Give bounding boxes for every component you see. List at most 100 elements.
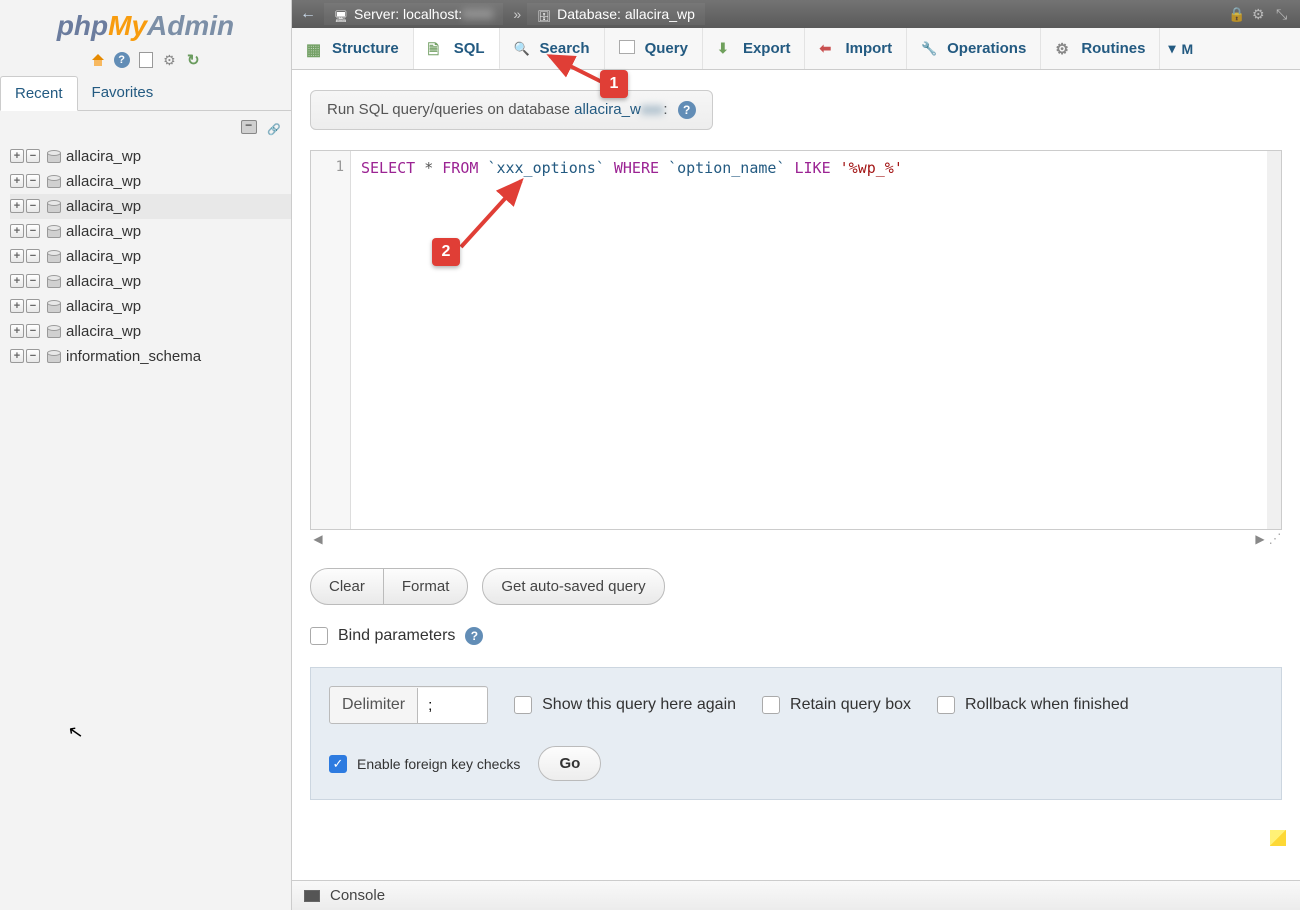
format-button[interactable]: Format xyxy=(383,569,468,604)
export-icon xyxy=(717,40,735,58)
tab-operations[interactable]: Operations xyxy=(907,28,1041,69)
sticky-note-icon[interactable] xyxy=(1270,830,1286,846)
breadcrumb-server[interactable]: Server: localhost: 0000 xyxy=(324,3,503,25)
expand-icon[interactable]: + xyxy=(10,274,24,288)
panel-db-link[interactable]: allacira_w xyxy=(574,101,641,118)
tree-controls xyxy=(0,111,291,139)
expand-icon[interactable]: + xyxy=(10,299,24,313)
enable-fk-checkbox[interactable]: ✓ xyxy=(329,755,347,773)
tab-routines[interactable]: Routines xyxy=(1041,28,1160,69)
get-autosaved-button[interactable]: Get auto-saved query xyxy=(482,568,664,605)
search-icon xyxy=(514,40,532,58)
expand-icon[interactable]: + xyxy=(10,224,24,238)
phpmyadmin-logo[interactable]: phpMyAdmin xyxy=(0,0,291,47)
expand-icon[interactable]: − xyxy=(26,249,40,263)
show-again-label: Show this query here again xyxy=(542,696,736,714)
expand-icon[interactable]: − xyxy=(26,174,40,188)
recent-tab[interactable]: Recent xyxy=(0,76,78,111)
help-icon[interactable]: ? xyxy=(465,627,483,645)
show-again-item: Show this query here again xyxy=(514,696,736,714)
expand-icon[interactable]: − xyxy=(26,299,40,313)
tab-export[interactable]: Export xyxy=(703,28,806,69)
db-item[interactable]: +− allacira_wp xyxy=(10,144,291,169)
sidebar-nav-tabs: Recent Favorites xyxy=(0,76,291,111)
db-item[interactable]: +−allacira_wp xyxy=(10,319,291,344)
clear-format-group: Clear Format xyxy=(310,568,468,605)
expand-icon[interactable]: − xyxy=(26,274,40,288)
expand-icon[interactable]: − xyxy=(26,324,40,338)
db-item[interactable]: +−allacira_wp xyxy=(10,194,291,219)
database-icon xyxy=(46,274,60,288)
routines-icon xyxy=(1055,40,1073,58)
expand-icon[interactable]: + xyxy=(10,324,24,338)
refresh-icon[interactable] xyxy=(185,52,201,68)
tab-label: Structure xyxy=(332,40,399,57)
sql-editor[interactable]: 1 SELECT * FROM `xxx_options` WHERE `opt… xyxy=(310,150,1282,530)
vertical-scrollbar[interactable] xyxy=(1267,151,1281,529)
db-item[interactable]: +−allacira_wp xyxy=(10,244,291,269)
db-item[interactable]: +−allacira_wp xyxy=(10,219,291,244)
database-icon xyxy=(46,174,60,188)
horizontal-scrollbar[interactable] xyxy=(326,534,1252,544)
help-icon[interactable]: ? xyxy=(678,101,696,119)
tab-structure[interactable]: Structure xyxy=(292,28,414,69)
help-icon[interactable]: ? xyxy=(114,52,130,68)
docs-icon[interactable] xyxy=(138,52,154,68)
expand-icon[interactable]: − xyxy=(26,349,40,363)
rollback-checkbox[interactable] xyxy=(937,696,955,714)
lock-icon[interactable]: 🔒 xyxy=(1228,6,1244,22)
scroll-left-icon[interactable]: ◀ xyxy=(310,532,326,546)
bind-parameters-row: Bind parameters ? xyxy=(310,627,1282,645)
back-arrow-icon[interactable]: ← xyxy=(300,5,316,23)
tab-more[interactable]: ▾M xyxy=(1160,28,1201,69)
breadcrumb-database[interactable]: Database: allacira_wp xyxy=(527,3,705,25)
panel-prefix: Run SQL query/queries on database xyxy=(327,101,574,118)
favorites-tab[interactable]: Favorites xyxy=(78,76,168,110)
logo-my: My xyxy=(108,10,147,41)
expand-icon[interactable]: − xyxy=(26,149,40,163)
collapse-icon[interactable]: ⤡ xyxy=(1276,6,1292,22)
tab-label: M xyxy=(1182,41,1194,57)
expand-icon[interactable]: + xyxy=(10,199,24,213)
sql-code[interactable]: SELECT * FROM `xxx_options` WHERE `optio… xyxy=(351,151,1266,185)
db-item[interactable]: +−allacira_wp xyxy=(10,169,291,194)
expand-icon[interactable]: − xyxy=(26,199,40,213)
horizontal-scroll-row: ◀ ▶ ⋰ xyxy=(310,532,1282,546)
show-again-checkbox[interactable] xyxy=(514,696,532,714)
settings-icon[interactable] xyxy=(161,52,177,68)
bind-parameters-checkbox[interactable] xyxy=(310,627,328,645)
resize-grip-icon[interactable]: ⋰ xyxy=(1268,532,1282,546)
console-bar[interactable]: Console xyxy=(292,880,1300,910)
db-name: allacira_wp xyxy=(66,148,141,165)
rollback-label: Rollback when finished xyxy=(965,696,1129,714)
tab-search[interactable]: Search xyxy=(500,28,605,69)
collapse-all-icon[interactable] xyxy=(241,120,257,134)
link-icon[interactable] xyxy=(265,120,281,134)
expand-icon[interactable]: + xyxy=(10,174,24,188)
tab-label: Operations xyxy=(947,40,1026,57)
clear-button[interactable]: Clear xyxy=(311,569,383,604)
delimiter-input[interactable] xyxy=(417,688,487,723)
home-icon[interactable] xyxy=(90,52,106,68)
server-icon xyxy=(334,7,348,21)
tab-query[interactable]: Query xyxy=(605,28,703,69)
delimiter-label: Delimiter xyxy=(330,687,417,723)
import-icon xyxy=(819,40,837,58)
sql-icon xyxy=(428,39,446,57)
retain-checkbox[interactable] xyxy=(762,696,780,714)
expand-icon[interactable]: − xyxy=(26,224,40,238)
gear-icon[interactable]: ⚙ xyxy=(1252,6,1268,22)
delimiter-group: Delimiter xyxy=(329,686,488,724)
db-item[interactable]: +−allacira_wp xyxy=(10,269,291,294)
tab-label: Search xyxy=(540,40,590,57)
scroll-right-icon[interactable]: ▶ xyxy=(1252,532,1268,546)
more-caret: ▾ xyxy=(1168,40,1175,57)
db-item[interactable]: +−information_schema xyxy=(10,344,291,369)
db-item[interactable]: +−allacira_wp xyxy=(10,294,291,319)
expand-icon[interactable]: + xyxy=(10,349,24,363)
tab-import[interactable]: Import xyxy=(805,28,907,69)
expand-icon[interactable]: + xyxy=(10,249,24,263)
tab-sql[interactable]: SQL xyxy=(414,28,500,70)
go-button[interactable]: Go xyxy=(538,746,601,781)
expand-icon[interactable]: + xyxy=(10,149,24,163)
